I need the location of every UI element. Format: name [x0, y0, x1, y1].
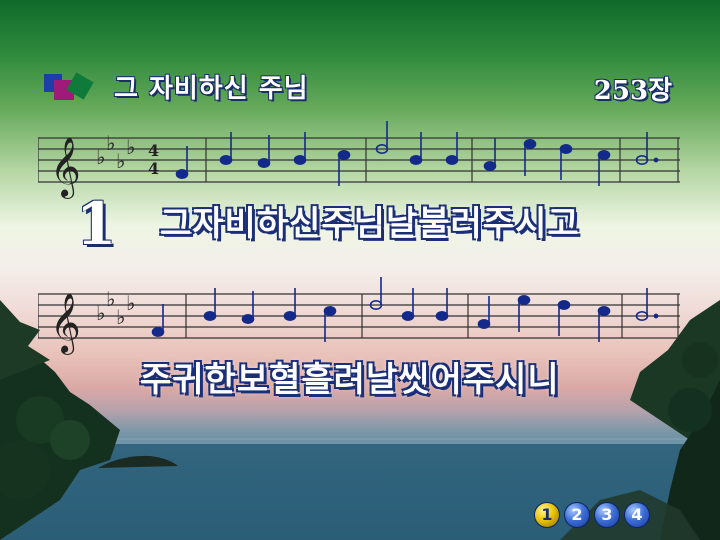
- verse-number: 1: [76, 190, 117, 258]
- verse-button-3[interactable]: 3: [594, 502, 620, 528]
- svg-text:♭: ♭: [126, 135, 135, 159]
- svg-text:♭: ♭: [106, 287, 115, 311]
- svg-text:♭: ♭: [116, 149, 125, 173]
- svg-text:♭: ♭: [116, 305, 125, 329]
- verse-button-2[interactable]: 2: [564, 502, 590, 528]
- svg-text:♭: ♭: [96, 301, 105, 325]
- svg-text:♭: ♭: [106, 131, 115, 155]
- verse-button-1[interactable]: 1: [534, 502, 560, 528]
- lyrics-line-1: 그자비하신주님날불러주시고: [160, 204, 580, 244]
- svg-text:♭: ♭: [126, 291, 135, 315]
- lyrics-line-2: 주귀한보혈흘려날씻어주시니: [140, 360, 560, 400]
- verse-button-4[interactable]: 4: [624, 502, 650, 528]
- svg-text:𝄞: 𝄞: [50, 293, 81, 355]
- music-staff-line-1: 𝄞 ♭♭♭♭ 44: [38, 121, 680, 199]
- svg-text:4: 4: [148, 159, 159, 178]
- verse-selector: 1 2 3 4: [534, 502, 650, 528]
- svg-text:♭: ♭: [96, 145, 105, 169]
- hymn-title: 그 자비하신 주님: [114, 74, 309, 104]
- hymn-logo-icon: [44, 72, 94, 100]
- hymn-number: 253장: [593, 76, 672, 106]
- music-staff-line-2: 𝄞 ♭♭♭♭: [38, 277, 680, 355]
- svg-text:4: 4: [148, 141, 159, 160]
